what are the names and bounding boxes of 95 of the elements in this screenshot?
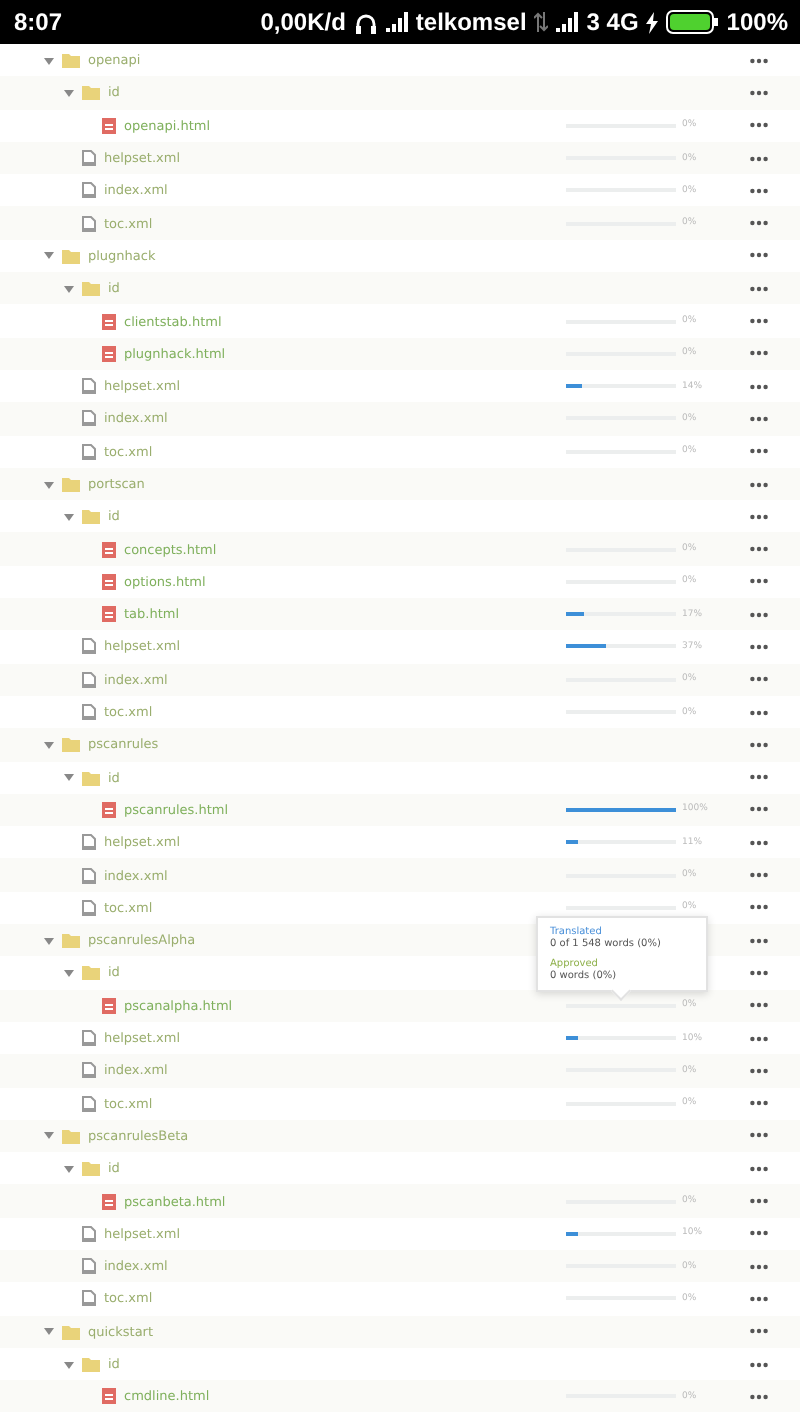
more-icon[interactable] [750, 252, 768, 259]
more-icon[interactable] [750, 676, 768, 683]
more-icon[interactable] [750, 415, 768, 422]
more-icon[interactable] [750, 1132, 768, 1139]
collapse-caret-icon[interactable] [44, 250, 54, 261]
document-icon [82, 215, 96, 232]
html-file-icon [102, 541, 116, 558]
collapse-caret-icon[interactable] [64, 1359, 74, 1370]
network-type: 3 4G [586, 8, 639, 36]
charging-icon [646, 11, 659, 33]
more-icon[interactable] [750, 1361, 768, 1368]
more-icon[interactable] [750, 611, 768, 618]
document-icon [82, 1030, 96, 1047]
html-file-icon [102, 997, 116, 1014]
collapse-caret-icon[interactable] [64, 1163, 74, 1174]
document-icon [82, 671, 96, 688]
more-icon[interactable] [750, 481, 768, 487]
more-icon[interactable] [750, 1002, 768, 1009]
more-icon[interactable] [750, 774, 768, 781]
document-icon [82, 1258, 96, 1275]
collapse-caret-icon[interactable] [64, 967, 74, 978]
html-file-icon [102, 313, 116, 330]
html-file-icon [102, 1193, 116, 1210]
more-icon[interactable] [750, 187, 768, 194]
more-icon[interactable] [750, 383, 768, 390]
more-icon[interactable] [750, 872, 768, 879]
document-icon [82, 899, 96, 916]
document-icon [82, 1225, 96, 1242]
html-file-icon [102, 345, 116, 362]
more-icon[interactable] [750, 122, 768, 129]
more-icon[interactable] [750, 513, 768, 520]
more-icon[interactable] [750, 1230, 768, 1237]
more-icon[interactable] [750, 220, 768, 227]
more-icon[interactable] [750, 1263, 768, 1270]
more-icon[interactable] [750, 1295, 768, 1302]
battery-percent: 100% [726, 8, 788, 36]
more-icon[interactable] [750, 643, 768, 650]
more-icon[interactable] [750, 741, 768, 748]
collapse-caret-icon[interactable] [64, 772, 74, 783]
signal-icon [385, 12, 408, 32]
collapse-caret-icon[interactable] [64, 87, 74, 98]
more-icon[interactable] [750, 1035, 768, 1042]
more-icon[interactable] [750, 1198, 768, 1205]
document-icon [82, 1062, 96, 1079]
more-icon[interactable] [750, 806, 768, 813]
more-icon[interactable] [750, 285, 768, 292]
collapse-caret-icon[interactable] [64, 283, 74, 294]
document-icon [82, 150, 96, 167]
document-icon [82, 704, 96, 721]
collapse-caret-icon[interactable] [44, 1326, 54, 1337]
html-file-icon [102, 606, 116, 623]
document-icon [82, 638, 96, 655]
html-file-icon [102, 117, 116, 134]
more-icon[interactable] [750, 1393, 768, 1400]
more-icon[interactable] [750, 709, 768, 716]
collapse-caret-icon[interactable] [44, 739, 54, 750]
collapse-caret-icon[interactable] [44, 55, 54, 66]
collapse-caret-icon[interactable] [64, 511, 74, 522]
document-icon [82, 1290, 96, 1307]
data-arrows-icon [534, 12, 549, 32]
data-speed: 0,00K/d [260, 8, 346, 36]
collapse-caret-icon[interactable] [44, 935, 54, 946]
document-icon [82, 410, 96, 427]
more-icon[interactable] [750, 155, 768, 162]
more-icon[interactable] [750, 578, 768, 585]
more-icon[interactable] [750, 969, 768, 976]
more-icon[interactable] [750, 839, 768, 846]
more-icon[interactable] [750, 904, 768, 911]
document-icon [82, 867, 96, 884]
document-icon [82, 378, 96, 395]
clock-time: 8:07 [14, 8, 63, 36]
collapse-caret-icon[interactable] [44, 1130, 54, 1141]
signal-icon [556, 12, 579, 32]
headphones-icon [353, 11, 378, 33]
document-icon [82, 182, 96, 199]
more-icon[interactable] [750, 937, 768, 944]
more-icon[interactable] [750, 448, 768, 455]
more-icon[interactable] [750, 546, 768, 553]
document-icon [82, 834, 96, 851]
more-icon[interactable] [750, 1328, 768, 1335]
carrier-name: telkomsel [415, 8, 527, 36]
document-icon [82, 443, 96, 460]
document-icon [82, 1095, 96, 1112]
more-icon[interactable] [750, 318, 768, 325]
more-icon[interactable] [750, 350, 768, 357]
collapse-caret-icon[interactable] [44, 479, 54, 489]
html-file-icon [102, 801, 116, 818]
html-file-icon [102, 1388, 116, 1405]
more-icon[interactable] [750, 1100, 768, 1107]
more-icon[interactable] [750, 57, 768, 64]
battery-icon [666, 10, 719, 34]
more-icon[interactable] [750, 1165, 768, 1172]
html-file-icon [102, 573, 116, 590]
more-icon[interactable] [750, 1067, 768, 1074]
more-icon[interactable] [750, 89, 768, 96]
